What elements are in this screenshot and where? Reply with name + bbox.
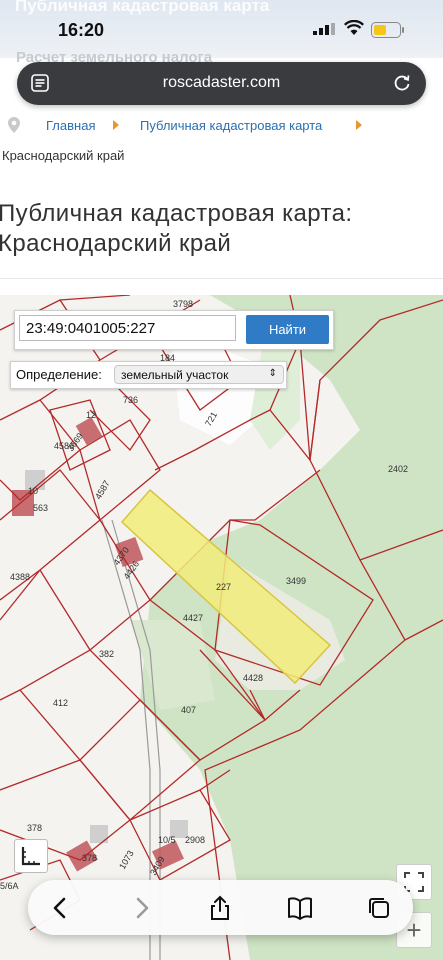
parcel-label: 3499	[286, 576, 306, 586]
forward-icon[interactable]	[128, 894, 156, 922]
cellular-signal-icon	[313, 23, 335, 35]
reload-icon[interactable]	[392, 73, 412, 93]
parcel-label: 12	[86, 410, 96, 420]
parcel-label: 5/6A	[0, 881, 19, 891]
breadcrumb-current: Краснодарский край	[2, 148, 125, 163]
divider	[0, 278, 443, 279]
parcel-label: 10	[28, 486, 38, 496]
definition-selected-value: земельный участок	[121, 368, 229, 382]
parcel-label: 736	[123, 395, 138, 405]
parcel-label: 407	[181, 705, 196, 715]
parcel-label: 227	[216, 582, 231, 592]
address-bar[interactable]: roscadaster.com	[17, 62, 426, 105]
chevron-right-icon	[356, 120, 362, 130]
ruler-icon	[21, 847, 40, 866]
definition-label: Определение:	[16, 367, 102, 382]
cadastral-search-panel: Найти	[14, 310, 334, 350]
parcel-label: 378	[82, 853, 97, 863]
map-canvas[interactable]: 3798 3490 184 736 721 4586 3669 12 4587 …	[0, 295, 443, 960]
cadastral-map[interactable]: 3798 3490 184 736 721 4586 3669 12 4587 …	[0, 295, 443, 960]
parcel-label: 378	[27, 823, 42, 833]
find-button[interactable]: Найти	[246, 315, 329, 344]
cadastral-number-input[interactable]	[19, 315, 236, 341]
parcel-label: 4587	[93, 479, 112, 501]
browser-toolbar	[28, 880, 413, 935]
parcel-label: 4427	[183, 613, 203, 623]
ruler-button[interactable]	[14, 839, 48, 873]
tabs-icon[interactable]	[365, 894, 393, 922]
parcel-label: 1073	[117, 849, 136, 871]
breadcrumb-map-link[interactable]: Публичная кадастровая карта	[140, 118, 322, 133]
parcel-label: 382	[99, 649, 114, 659]
breadcrumb-home-link[interactable]: Главная	[46, 118, 95, 133]
parcel-label: 563	[33, 503, 48, 513]
parcel-label: 4428	[243, 673, 263, 683]
battery-icon	[371, 22, 404, 38]
status-time: 16:20	[58, 20, 105, 40]
share-icon[interactable]	[206, 894, 234, 922]
wifi-icon	[344, 20, 364, 35]
pin-icon	[8, 117, 20, 133]
page-title-line-2: Краснодарский край	[0, 230, 232, 257]
chevron-updown-icon: ⇕	[268, 368, 277, 379]
url-text[interactable]: roscadaster.com	[17, 74, 426, 92]
parcel-label: 2402	[388, 464, 408, 474]
parcel-label: 3798	[173, 299, 193, 309]
parcel-label: 4388	[10, 572, 30, 582]
page-title-line-1: Публичная кадастровая карта:	[0, 200, 353, 227]
definition-select[interactable]: земельный участок ⇕	[114, 365, 284, 384]
back-icon[interactable]	[46, 894, 74, 922]
ghost-page-title: Публичная кадастровая карта	[15, 0, 270, 15]
page-title: Публичная кадастровая карта: Краснодарск…	[0, 199, 352, 259]
parcel-label: 2908	[185, 835, 205, 845]
parcel-label: 10/5	[158, 835, 176, 845]
chevron-right-icon	[113, 120, 119, 130]
status-bar: Публичная кадастровая карта 16:20 Расчет…	[0, 0, 443, 66]
parcel-label: 412	[53, 698, 68, 708]
bookmarks-icon[interactable]	[286, 894, 314, 922]
definition-panel: Определение: земельный участок ⇕	[10, 361, 287, 389]
breadcrumb: Главная Публичная кадастровая карта Крас…	[0, 115, 443, 175]
